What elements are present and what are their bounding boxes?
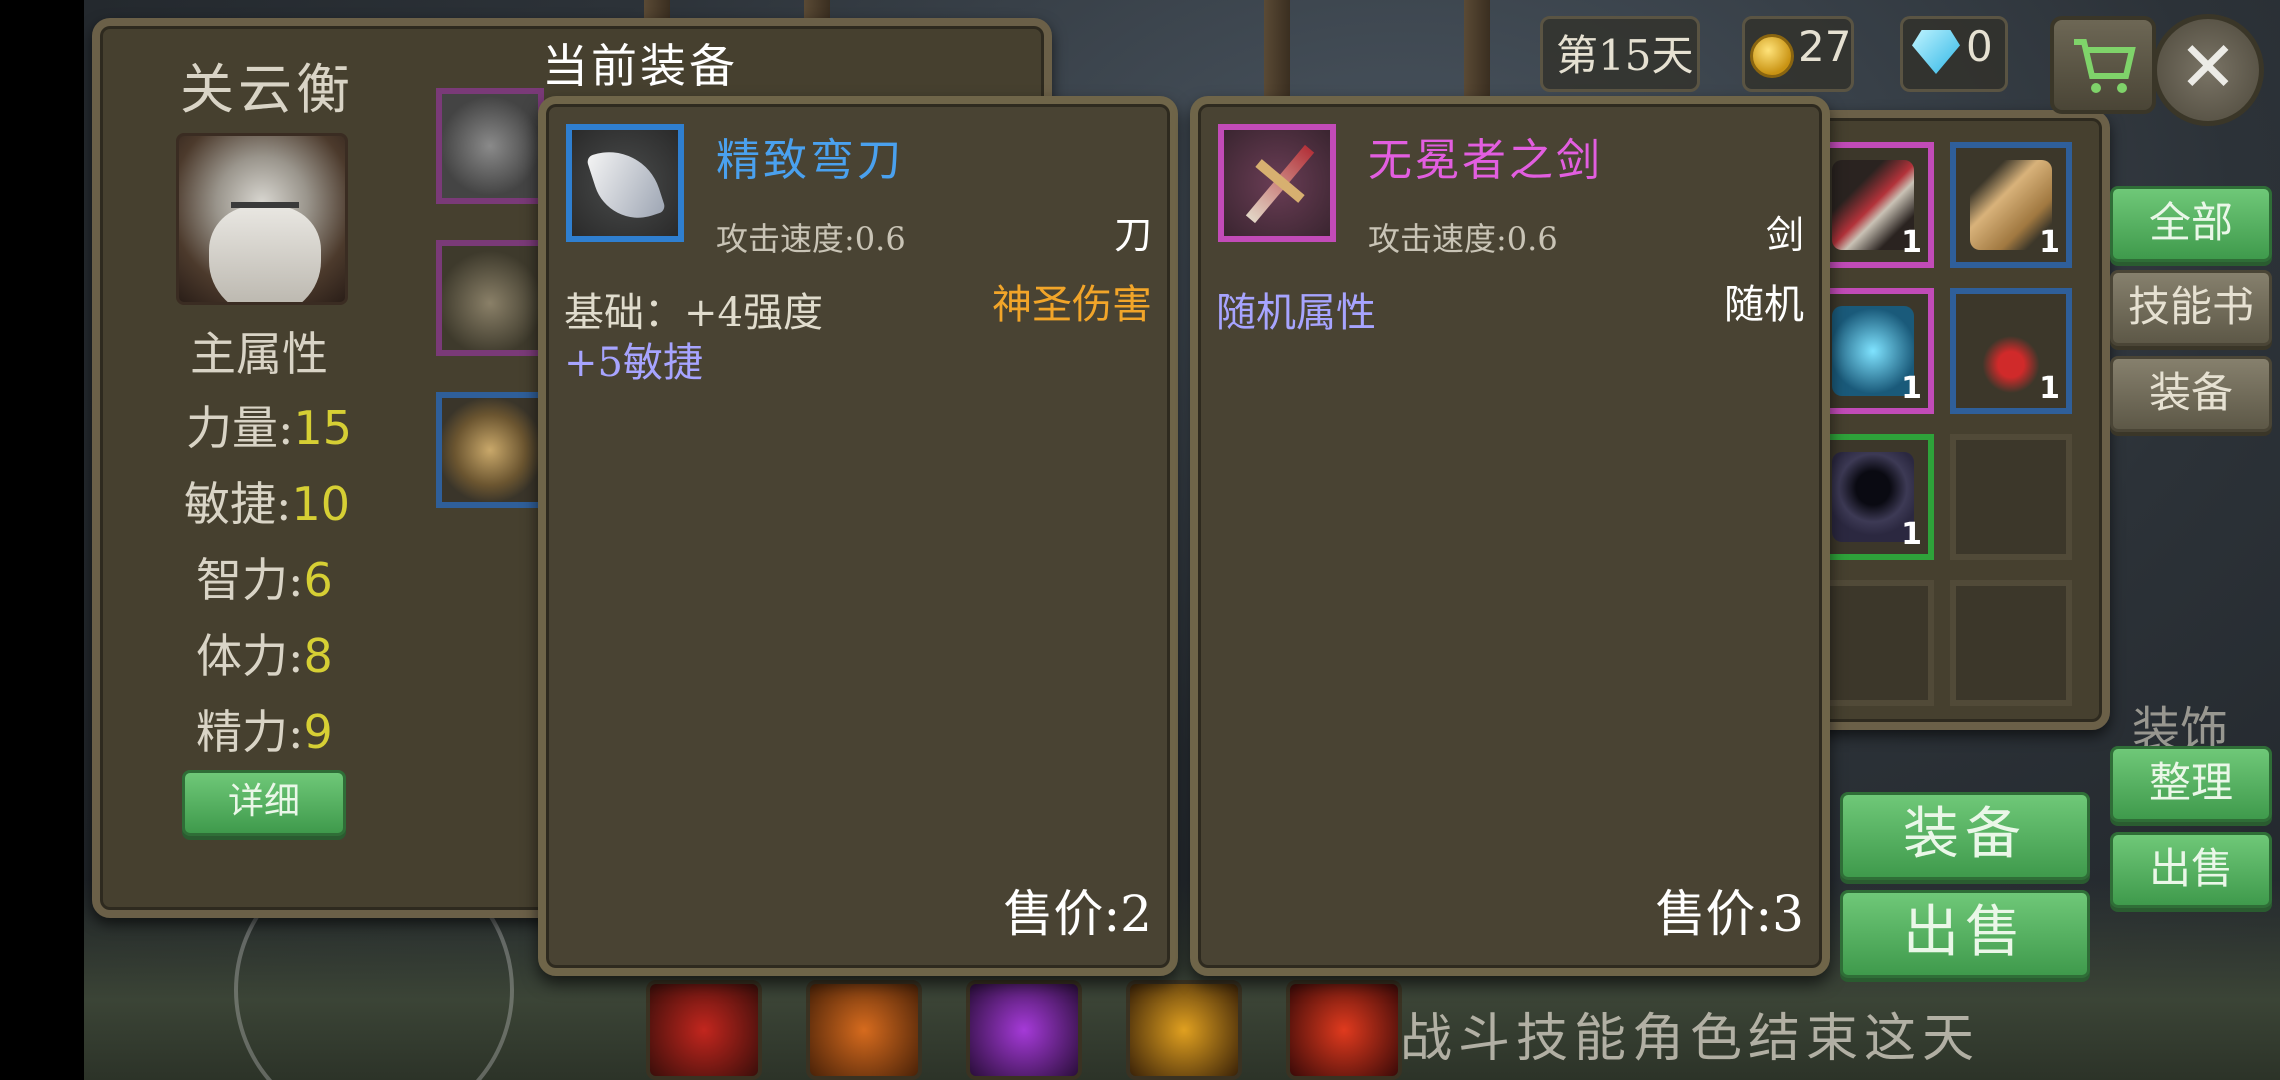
close-button[interactable]: ✕	[2152, 14, 2264, 126]
stat-stamina: 体力:8	[196, 620, 333, 686]
background-hint-text: 战斗技能角色结束这天	[1400, 1009, 1981, 1069]
stat-value: 10	[291, 477, 351, 531]
gold-coin-icon	[1750, 34, 1794, 78]
stat-agility: 敏捷:10	[184, 468, 350, 534]
scimitar-icon	[566, 124, 684, 242]
portrait-eyes	[231, 202, 299, 212]
stat-label: 智力:	[196, 553, 304, 607]
inventory-slot-amulet[interactable]: 1	[1950, 288, 2072, 414]
sword-icon	[1218, 124, 1336, 242]
skill-slot-strike[interactable]	[1126, 980, 1242, 1080]
sell-button[interactable]: 出售	[1840, 890, 2090, 978]
inventory-slot-sword[interactable]: 1	[1812, 142, 1934, 268]
selected-item-card: 无冕者之剑 攻击速度:0.6 剑 随机属性 随机 售价:3	[1190, 96, 1830, 976]
gold-amount: 27	[1798, 22, 1852, 71]
weapon-type: 刀	[1113, 213, 1152, 257]
stat-intelligence: 智力:6	[196, 544, 333, 610]
inventory-slot-scroll[interactable]: 1	[1950, 142, 2072, 268]
tab-equipment[interactable]: 装备	[2110, 356, 2272, 432]
equip-slot-helmet[interactable]	[436, 88, 544, 204]
item-count: 1	[1901, 371, 1922, 406]
item-count: 1	[2039, 225, 2060, 260]
portrait-beard	[209, 206, 321, 302]
skill-slot-fire[interactable]	[646, 980, 762, 1080]
stat-value: 15	[293, 401, 353, 455]
skill-slot-shadow[interactable]	[966, 980, 1082, 1080]
inventory-slot-empty[interactable]	[1950, 434, 2072, 560]
inventory-slot-skill-book[interactable]: 1	[1812, 288, 1934, 414]
detail-button[interactable]: 详细	[182, 770, 346, 836]
sell-small-button[interactable]: 出售	[2110, 832, 2272, 908]
random-label: 随机	[1724, 282, 1804, 328]
sort-button[interactable]: 整理	[2110, 746, 2272, 822]
item-count: 1	[1901, 225, 1922, 260]
equipped-item-card: 精致弯刀 攻击速度:0.6 刀 基础：+4强度 神圣伤害 +5敏捷 售价:2	[538, 96, 1178, 976]
weapon-type: 剑	[1765, 213, 1804, 257]
inventory-slot-hood[interactable]: 1	[1812, 434, 1934, 560]
equip-button[interactable]: 装备	[1840, 792, 2090, 880]
stat-value: 6	[303, 553, 333, 607]
current-equipment-title: 当前装备	[542, 39, 738, 93]
attributes-title: 主属性	[190, 327, 328, 381]
sell-price: 售价:2	[1003, 885, 1152, 943]
stat-value: 9	[303, 705, 333, 759]
equip-slot-armor[interactable]	[436, 240, 544, 356]
stat-label: 体力:	[196, 629, 304, 683]
inventory-slot-empty[interactable]	[1950, 580, 2072, 706]
attack-speed: 攻击速度:0.6	[1368, 220, 1558, 258]
attack-speed: 攻击速度:0.6	[716, 220, 906, 258]
character-name: 关云衡	[180, 58, 354, 121]
tab-skill-book[interactable]: 技能书	[2110, 270, 2272, 346]
equip-slot-ring[interactable]	[436, 392, 544, 508]
day-label: 第15天	[1556, 31, 1694, 80]
character-portrait	[176, 133, 348, 305]
sell-price: 售价:3	[1655, 885, 1804, 943]
stat-energy: 精力:9	[196, 696, 333, 762]
random-attribute: 随机属性	[1216, 290, 1376, 336]
item-name: 精致弯刀	[716, 135, 904, 186]
item-count: 1	[2039, 371, 2060, 406]
shop-cart-button[interactable]	[2050, 16, 2156, 114]
inventory-slot-empty[interactable]	[1812, 580, 1934, 706]
skill-slot-shield[interactable]	[806, 980, 922, 1080]
stat-value: 8	[303, 629, 333, 683]
tab-all[interactable]: 全部	[2110, 186, 2272, 262]
bonus-stat: +5敏捷	[564, 340, 703, 386]
blade-shape	[585, 138, 667, 230]
stat-label: 力量:	[186, 401, 294, 455]
stat-strength: 力量:15	[186, 392, 352, 458]
stat-label: 敏捷:	[184, 477, 292, 531]
skill-slot-vortex[interactable]	[1286, 980, 1402, 1080]
item-count: 1	[1901, 517, 1922, 552]
special-damage: 神圣伤害	[992, 282, 1152, 328]
gem-amount: 0	[1966, 22, 1993, 71]
shopping-cart-icon	[2074, 39, 2136, 93]
item-name: 无冕者之剑	[1368, 135, 1603, 186]
stat-label: 精力:	[196, 705, 304, 759]
